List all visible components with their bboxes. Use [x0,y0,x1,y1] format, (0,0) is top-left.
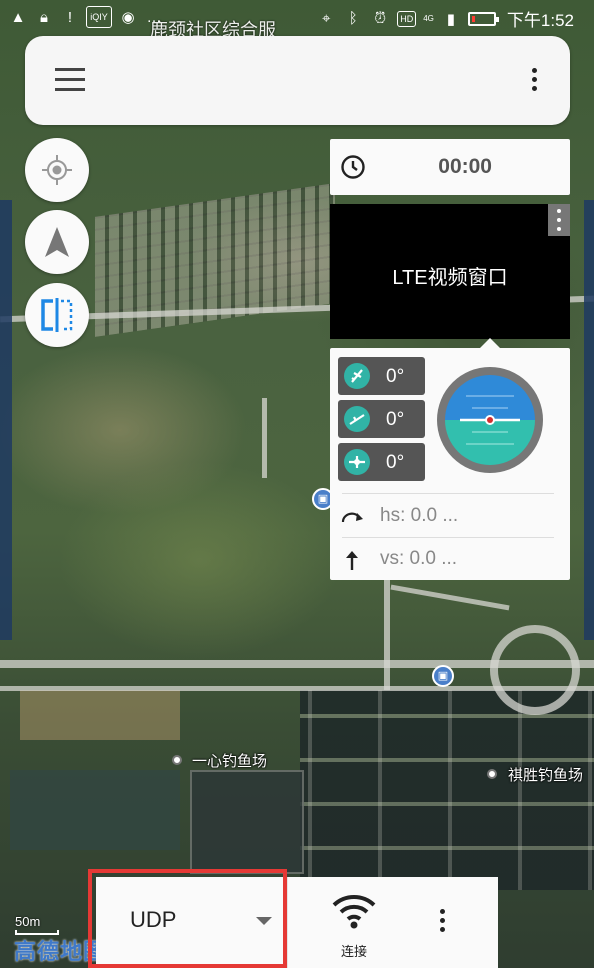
split-view-button[interactable] [25,283,89,347]
poi-label-1[interactable]: 一心钓鱼场 [192,750,267,771]
bus-stop-icon[interactable]: ▣ [432,665,454,687]
alarm-icon: ⏰︎ [374,10,387,27]
aircraft-roll-icon [344,363,370,389]
location-icon: ⌖ [322,10,331,27]
poi-label-2[interactable]: 祺胜钓鱼场 [508,764,583,785]
clock-icon [341,155,365,179]
locate-button[interactable] [25,138,89,202]
app-notification-icon: ◉ [121,9,135,26]
map-fishpond-area [190,770,304,874]
divider [342,493,554,494]
pitch-value: 0° [386,409,405,430]
poi-dot-icon[interactable] [487,769,497,779]
top-app-bar [25,36,570,125]
highlight-box [88,869,287,968]
lte-video-window[interactable]: LTE视频窗口 [330,204,570,339]
horizontal-speed-row: hs: 0.0 ... [340,498,560,540]
map-edge-strip [0,200,12,640]
status-bar: ▲ 🔒︎ ! iQIY ◉ … ⌖ ᛒ ⏰︎ HD 4G ▮ 下午1:52 [0,0,594,34]
roll-value: 0° [386,366,405,387]
vertical-speed-row: vs: 0.0 ... [340,541,560,583]
timer-value: 00:00 [438,155,492,178]
connect-label: 连接 [340,944,367,959]
bottom-more-vert-icon[interactable] [440,909,446,936]
panel-pointer [480,338,500,348]
yaw-value: 0° [386,452,405,473]
attitude-panel: 0° 0° 0° hs: 0.0 ... vs: 0.0 ... [330,338,570,583]
map-field-area [20,690,180,740]
hamburger-menu-icon[interactable] [55,68,85,92]
wifi-icon [332,895,376,929]
map-road [262,398,267,478]
flight-timer: 00:00 [330,139,570,195]
divider [287,877,288,968]
battery-icon [467,11,499,26]
poi-dot-icon[interactable] [172,755,182,765]
warning-icon: ▲ [10,8,26,26]
more-vert-icon[interactable] [532,68,538,95]
network-type: 4G [423,13,434,23]
map-roundabout [490,625,580,715]
navigation-button[interactable] [25,210,89,274]
vertical-speed-icon [346,551,358,570]
horizontal-speed-icon [341,512,363,523]
more-notifications-icon: … [146,8,162,26]
navigation-arrow-icon [45,227,69,257]
map-road [384,580,390,690]
bluetooth-icon: ᛒ [348,10,358,27]
crosshair-icon [42,155,72,185]
pitch-indicator: 0° [338,400,425,438]
yaw-indicator: 0° [338,443,425,481]
split-panel-icon [41,298,73,332]
aircraft-yaw-icon [344,449,370,475]
video-more-vert-icon[interactable] [548,204,570,236]
vertical-speed-value: vs: 0.0 ... [380,548,458,569]
map-edge-strip [584,200,594,640]
map-scale-label: 50m [15,914,41,929]
horizontal-speed-value: hs: 0.0 ... [380,505,459,526]
video-window-label: LTE视频窗口 [392,267,508,289]
divider [342,537,554,538]
artificial-horizon [437,367,543,473]
signal-icon: ▮ [446,10,456,28]
map-pond-area [10,770,180,850]
alert-icon: ! [67,8,73,26]
map-road [390,584,510,611]
clock-time: 下午1:52 [506,11,574,30]
iqiyi-icon: iQIY [86,6,112,28]
hd-icon: HD [397,10,417,27]
map-fishponds-area [300,690,594,890]
roll-indicator: 0° [338,357,425,395]
lock-icon: 🔒︎ [40,8,48,26]
connect-button[interactable]: 连接 [318,891,390,961]
aircraft-pitch-icon [344,406,370,432]
